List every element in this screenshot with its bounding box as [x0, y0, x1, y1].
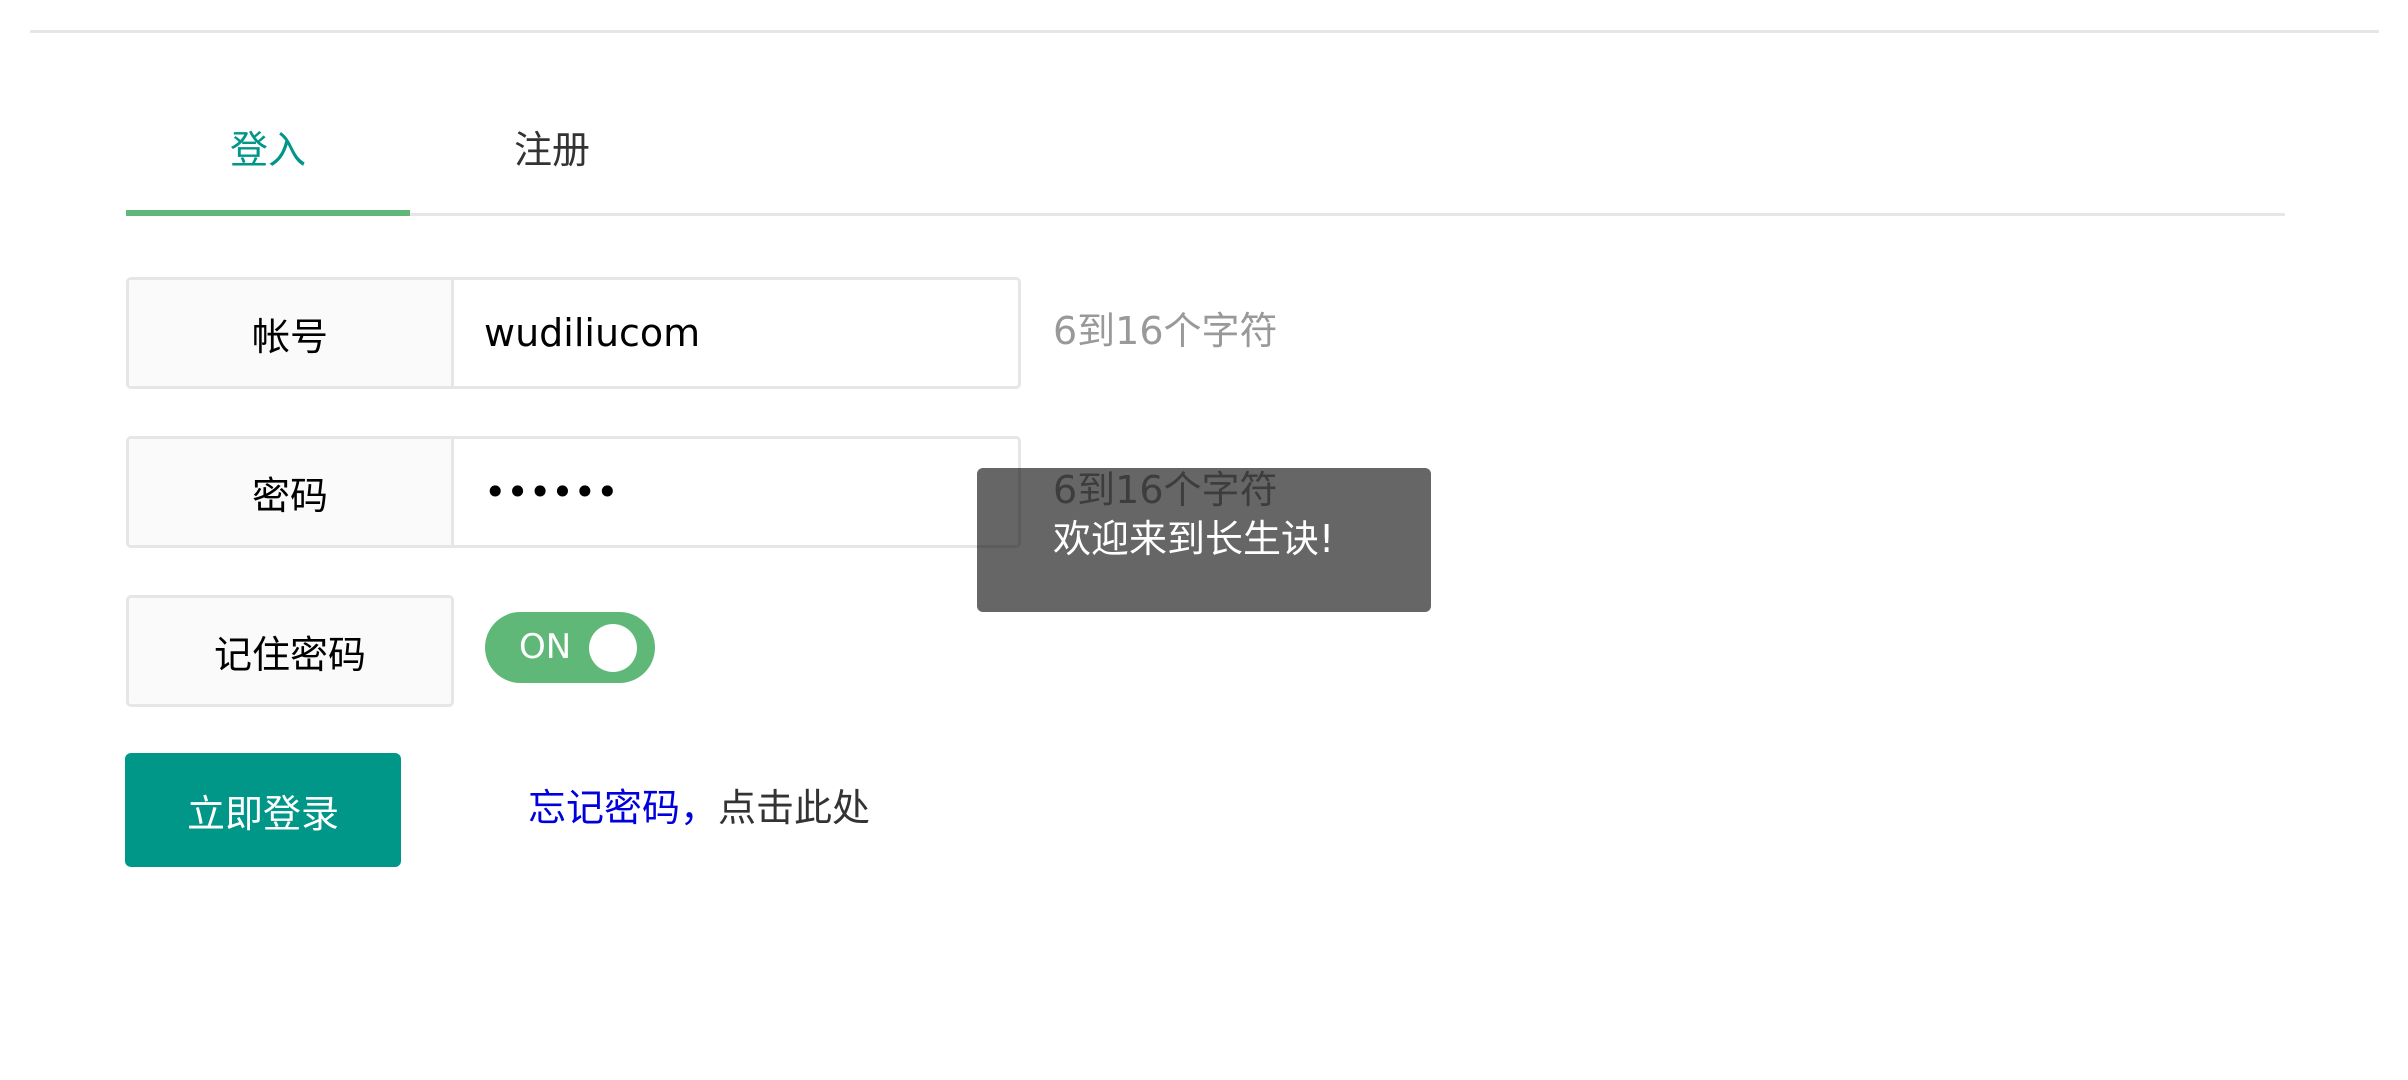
forgot-password-line: 忘记密码，点击此处 [528, 753, 870, 867]
account-input[interactable] [454, 280, 1018, 386]
toggle-state-text: ON [519, 627, 572, 667]
toggle-knob [589, 624, 637, 672]
password-label: 密码 [129, 439, 454, 545]
forgot-password-link[interactable]: 忘记密码， [528, 786, 718, 830]
tab-bar: 登入 注册 [126, 110, 2285, 216]
account-label: 帐号 [129, 280, 454, 386]
tab-register[interactable]: 注册 [410, 110, 694, 210]
password-input[interactable] [454, 439, 1018, 545]
tab-login[interactable]: 登入 [126, 110, 410, 210]
top-divider [30, 30, 2379, 33]
account-field: 帐号 [126, 277, 1021, 389]
account-hint: 6到16个字符 [1053, 309, 1278, 353]
password-field: 密码 [126, 436, 1021, 548]
remember-password-label: 记住密码 [126, 595, 454, 707]
active-tab-indicator [126, 210, 410, 216]
forgot-password-hint: 点击此处 [718, 786, 871, 830]
toast-message: 欢迎来到长生诀! [1053, 517, 1335, 561]
tab-bar-divider [126, 213, 2285, 216]
remember-password-toggle[interactable]: ON [485, 612, 655, 683]
login-button[interactable]: 立即登录 [125, 753, 401, 867]
welcome-toast: 欢迎来到长生诀! [977, 468, 1431, 612]
